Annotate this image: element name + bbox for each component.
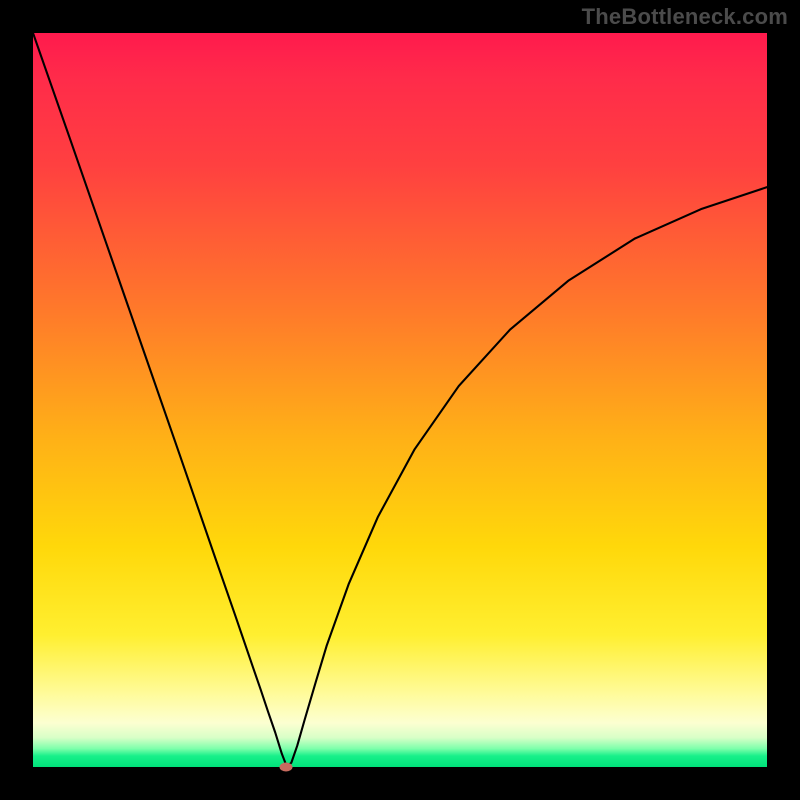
curve-minimum-marker bbox=[280, 763, 293, 772]
plot-area bbox=[33, 33, 767, 767]
watermark-text: TheBottleneck.com bbox=[582, 4, 788, 30]
chart-canvas: TheBottleneck.com bbox=[0, 0, 800, 800]
bottleneck-curve bbox=[33, 33, 767, 767]
